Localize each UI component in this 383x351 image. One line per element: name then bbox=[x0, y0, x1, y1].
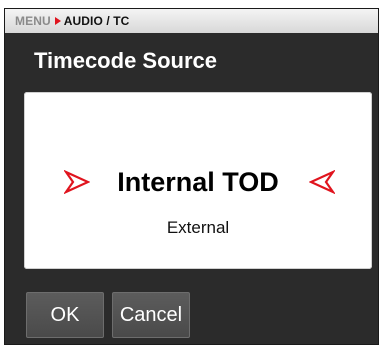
selected-option-row[interactable]: Internal TOD bbox=[24, 164, 372, 200]
breadcrumb-current: AUDIO / TC bbox=[63, 14, 130, 28]
option-selector[interactable]: Internal TOD External bbox=[24, 92, 372, 269]
breadcrumb: MENU AUDIO / TC bbox=[5, 9, 378, 33]
breadcrumb-root[interactable]: MENU bbox=[15, 14, 51, 28]
arrow-left-outline-icon bbox=[309, 170, 335, 194]
option-external[interactable]: External bbox=[24, 217, 372, 239]
ok-button[interactable]: OK bbox=[26, 292, 104, 338]
cancel-button[interactable]: Cancel bbox=[112, 292, 190, 338]
timecode-source-screen: MENU AUDIO / TC Timecode Source Internal… bbox=[4, 8, 379, 345]
dialog-title: Timecode Source bbox=[34, 48, 217, 73]
chevron-right-icon bbox=[54, 17, 61, 25]
